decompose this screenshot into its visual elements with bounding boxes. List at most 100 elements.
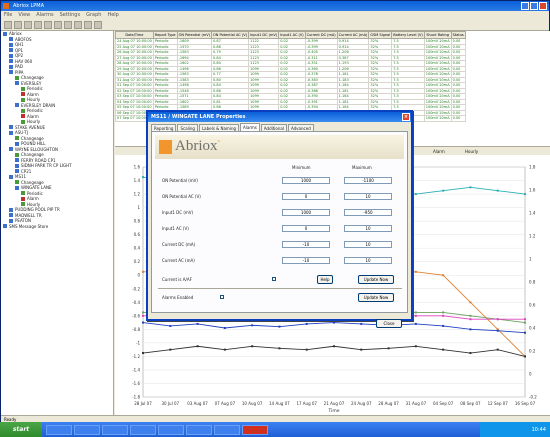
max-input[interactable]: 10 bbox=[344, 241, 392, 248]
current-ac-label: Current is A/AF bbox=[162, 277, 192, 282]
alarms-enabled-checkbox[interactable] bbox=[220, 295, 224, 299]
column-header[interactable]: Shunt Rating bbox=[423, 31, 452, 39]
column-header[interactable]: Status bbox=[450, 31, 466, 39]
table-cell: 27 Aug 07 10:00:00 bbox=[115, 54, 154, 61]
task-button[interactable] bbox=[46, 424, 72, 435]
data-point bbox=[524, 355, 526, 358]
print-icon[interactable] bbox=[34, 21, 42, 29]
column-header[interactable]: Input1 AC (V) bbox=[278, 31, 306, 39]
data-point bbox=[524, 331, 526, 334]
save-icon[interactable] bbox=[24, 21, 32, 29]
task-button-alert[interactable] bbox=[242, 424, 268, 435]
help-icon[interactable] bbox=[94, 21, 102, 29]
help-button[interactable]: Help bbox=[317, 275, 333, 284]
task-button[interactable] bbox=[102, 424, 128, 435]
task-button[interactable] bbox=[130, 424, 156, 435]
data-point bbox=[414, 193, 417, 196]
column-header[interactable]: Input1 DC (mV) bbox=[247, 31, 280, 39]
max-input[interactable]: 10 bbox=[344, 225, 392, 232]
open-icon[interactable] bbox=[14, 21, 22, 29]
y-tick-label: -1.8 bbox=[132, 395, 140, 400]
alarm-icon[interactable] bbox=[74, 21, 82, 29]
column-header[interactable]: Date/Time bbox=[115, 31, 154, 39]
dialog-close-button[interactable]: Close bbox=[376, 319, 402, 328]
column-header[interactable]: Current DC (mA) bbox=[304, 31, 338, 39]
tree-node-icon bbox=[15, 81, 19, 86]
tab-alarms[interactable]: Alarms bbox=[240, 123, 260, 131]
menu-item[interactable]: File bbox=[4, 11, 12, 19]
new-icon[interactable] bbox=[4, 21, 12, 29]
x-tick-label: 21 Aug 07 bbox=[324, 401, 345, 406]
table-cell: 26 Aug 07 10:00:00 bbox=[115, 49, 154, 56]
data-point bbox=[333, 321, 335, 324]
table-icon[interactable] bbox=[64, 21, 72, 29]
tree-node-icon bbox=[9, 37, 13, 42]
table-cell: 01 Sep 07 10:00:00 bbox=[115, 82, 154, 89]
app-icon bbox=[3, 3, 9, 9]
task-button[interactable] bbox=[158, 424, 184, 435]
min-input[interactable]: 0 bbox=[282, 225, 330, 232]
tab-additional[interactable]: Additional bbox=[260, 124, 287, 131]
tree-node-icon bbox=[21, 86, 25, 91]
tree-node-icon bbox=[21, 202, 25, 207]
y-tick-label: 0 bbox=[137, 273, 140, 278]
data-point bbox=[496, 189, 499, 192]
tab-labels-naming[interactable]: Labels & Naming bbox=[198, 124, 240, 131]
max-input[interactable]: 10 bbox=[344, 257, 392, 264]
field-label: Input1 AC (V) bbox=[162, 226, 189, 231]
legend-item[interactable]: Hourly bbox=[465, 149, 479, 154]
menu-item[interactable]: View bbox=[18, 11, 30, 19]
update-now-button-2[interactable]: Update Now bbox=[358, 293, 394, 302]
refresh-icon[interactable] bbox=[44, 21, 52, 29]
tab-advanced[interactable]: Advanced bbox=[287, 124, 314, 131]
column-header[interactable]: Current AC (mA) bbox=[336, 31, 370, 39]
legend-item[interactable]: Alarm bbox=[433, 149, 445, 154]
close-button[interactable] bbox=[539, 2, 547, 10]
task-button[interactable] bbox=[74, 424, 100, 435]
min-input[interactable]: -10 bbox=[282, 241, 330, 248]
start-button[interactable]: start bbox=[0, 422, 42, 437]
menu-item[interactable]: Alarms bbox=[36, 11, 53, 19]
minimize-button[interactable] bbox=[521, 2, 529, 10]
y-tick-label: -1 bbox=[136, 340, 140, 345]
max-input[interactable]: -950 bbox=[344, 209, 392, 216]
data-point bbox=[251, 324, 254, 327]
alarms-enabled-label: Alarms Enabled bbox=[162, 295, 194, 300]
column-header[interactable]: Report Type bbox=[152, 31, 178, 39]
max-input[interactable]: 10 bbox=[344, 193, 392, 200]
column-header[interactable]: ON Potential AC (V) bbox=[211, 31, 249, 39]
menu-item[interactable]: Help bbox=[107, 11, 118, 19]
tab-scaling[interactable]: Scaling bbox=[177, 124, 198, 131]
tree-node-icon bbox=[9, 125, 13, 130]
tree-item[interactable]: SMS Message Store bbox=[1, 224, 113, 230]
x-axis-label: Time bbox=[327, 408, 339, 414]
menu-item[interactable]: Graph bbox=[86, 11, 101, 19]
tree-node-icon bbox=[9, 70, 13, 75]
current-ac-checkbox[interactable] bbox=[272, 277, 276, 281]
menu-item[interactable]: Settings bbox=[60, 11, 81, 19]
column-header[interactable]: ON Potential (mV) bbox=[176, 31, 213, 39]
task-button[interactable] bbox=[214, 424, 240, 435]
dialog-title: MS11 / WINGATE LANE Properties bbox=[151, 114, 246, 120]
task-button[interactable] bbox=[186, 424, 212, 435]
title-bar: Abriox LPMA bbox=[1, 1, 549, 11]
data-point bbox=[169, 348, 172, 351]
y2-tick-label: 1.4 bbox=[529, 211, 536, 216]
maximize-button[interactable] bbox=[530, 2, 538, 10]
column-header[interactable]: Battery Level (V) bbox=[391, 31, 425, 39]
max-input[interactable]: -1100 bbox=[344, 177, 392, 184]
settings-icon[interactable] bbox=[84, 21, 92, 29]
tab-reporting[interactable]: Reporting bbox=[151, 124, 177, 131]
min-input[interactable]: -10 bbox=[282, 257, 330, 264]
min-input[interactable]: 1000 bbox=[282, 209, 330, 216]
site-tree: Abriox ABOFOS QH1 QP1 QP2 HAV 060 PAD PIPA Chang… bbox=[1, 31, 114, 415]
graph-icon[interactable] bbox=[54, 21, 62, 29]
dialog-close-icon[interactable]: × bbox=[402, 113, 410, 121]
min-input[interactable]: 1000 bbox=[282, 177, 330, 184]
column-header[interactable]: GSM Signal bbox=[368, 31, 393, 39]
tree-node-icon bbox=[15, 185, 19, 190]
update-now-button[interactable]: Update Now bbox=[358, 275, 394, 284]
y-tick-label: -0.8 bbox=[132, 327, 140, 332]
min-input[interactable]: 0 bbox=[282, 193, 330, 200]
tree-node-icon bbox=[21, 108, 25, 113]
